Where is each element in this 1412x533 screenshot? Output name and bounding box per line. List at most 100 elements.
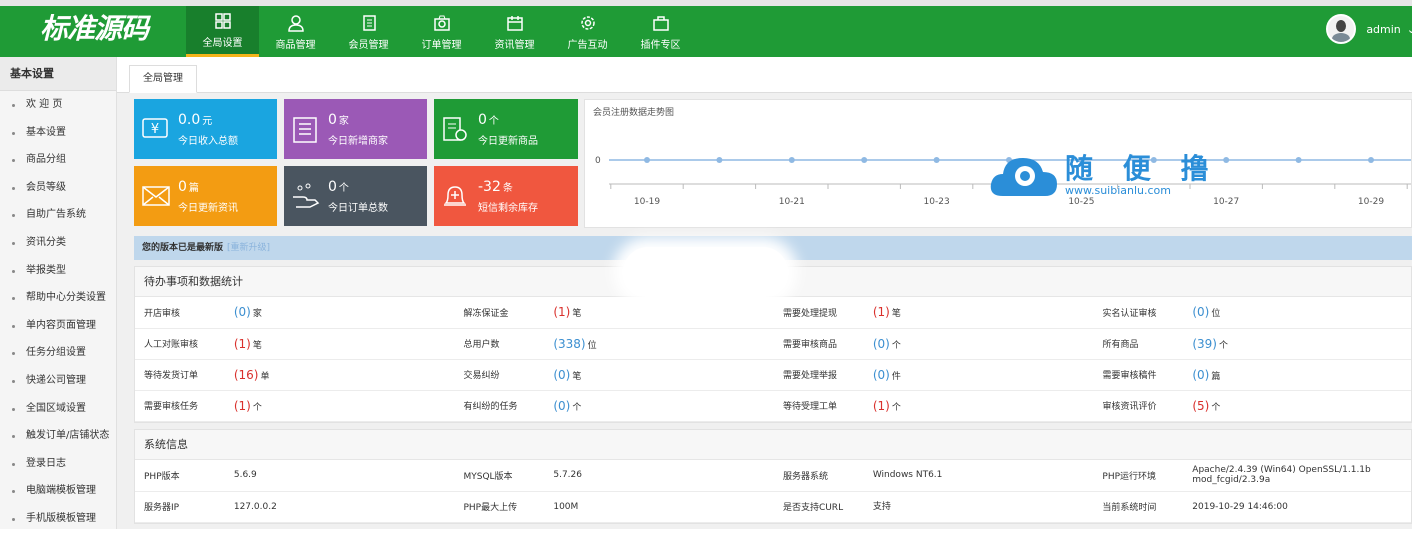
nav-item-7[interactable]: 插件专区 [624,6,697,57]
nav-item-6[interactable]: 广告互动 [551,6,624,57]
sidebar-item[interactable]: 自助广告系统 [0,201,116,229]
stat-unit: 家 [338,115,349,127]
row-value[interactable]: (1) 笔 [544,297,774,329]
sidebar-item[interactable]: 任务分组设置 [0,339,116,367]
row-label: 是否支持CURL [773,491,864,523]
table-row: 需要审核任务 (1) 个有纠纷的任务 (0) 个等待受理工单 (1) 个审核资讯评价 (5) 个 [135,390,1411,422]
row-label: 人工对账审核 [135,328,225,360]
todo-table: 开店审核 (0) 家解冻保证金 (1) 笔需要处理提现 (1) 笔实名认证审核 (0) 位人工对… [135,297,1411,422]
sidebar-item[interactable]: 单内容页面管理 [0,312,116,340]
row-value[interactable]: (0) 家 [224,297,455,329]
site-logo[interactable]: 标准源码 [40,7,149,47]
row-value[interactable]: (0) 件 [863,359,1094,391]
sidebar-item[interactable]: 商品分组 [0,146,116,174]
count-unit: 家 [252,309,262,320]
count-value[interactable]: (0) [1192,368,1209,382]
count-value[interactable]: (0) [553,368,570,382]
nav-item-4[interactable]: 订单管理 [405,6,478,57]
nav-item-3[interactable]: 会员管理 [332,6,405,57]
stat-card[interactable]: 0 个今日更新商品 [434,99,578,159]
row-value[interactable]: (1) 个 [224,390,455,422]
stat-value: 0 [478,111,487,128]
count-value[interactable]: (1) [234,399,251,413]
sidebar-item[interactable]: 手机版模板管理 [0,505,116,533]
row-value[interactable]: (16) 单 [224,359,455,391]
sidebar-item[interactable]: 帮助中心分类设置 [0,284,116,312]
row-value: 支持 [863,491,1094,523]
count-value[interactable]: (1) [553,305,570,319]
nav-item-label: 会员管理 [348,39,389,51]
stat-card[interactable]: 0 篇今日更新资讯 [134,166,277,226]
stat-card[interactable]: -32 条短信剩余库存 [434,166,578,226]
row-value[interactable]: (1) 笔 [863,297,1094,329]
count-value[interactable]: (0) [553,399,570,413]
count-unit: 个 [252,402,262,413]
user-name[interactable]: admin [1366,23,1400,36]
row-value[interactable]: (1) 个 [863,390,1094,422]
table-row: 开店审核 (0) 家解冻保证金 (1) 笔需要处理提现 (1) 笔实名认证审核 (0) 位 [135,297,1411,329]
version-text: 您的版本已是最新版 [142,243,224,253]
nav-item-label: 全局设置 [202,38,243,49]
row-value[interactable]: (5) 个 [1183,390,1411,422]
nav-item-2[interactable]: 商品管理 [259,6,332,57]
row-value[interactable]: (1) 笔 [224,328,455,360]
row-value[interactable]: (0) 位 [1183,297,1411,329]
tab-global-manage[interactable]: 全局管理 [129,65,197,93]
stat-card[interactable]: 0 个今日订单总数 [284,166,427,226]
sidebar-item[interactable]: 快递公司管理 [0,367,116,395]
chevron-down-icon[interactable]: ⌄ [1407,23,1412,36]
sidebar-item[interactable]: 全国区域设置 [0,395,116,423]
stat-card[interactable]: ¥0.0 元今日收入总额 [134,99,277,159]
row-value[interactable]: (39) 个 [1183,328,1411,360]
nav-item-5[interactable]: 资讯管理 [478,6,551,57]
stat-cards: ¥0.0 元今日收入总额 0 家今日新增商家 0 个今日更新商品 0 篇今日更新资讯 0 个今日订… [134,99,578,226]
count-value[interactable]: (39) [1192,337,1217,351]
count-value[interactable]: (338) [553,337,585,351]
count-value[interactable]: (0) [873,368,890,382]
sidebar-item[interactable]: 会员等级 [0,174,116,202]
row-value[interactable]: (0) 个 [863,328,1094,360]
chart-title: 会员注册数据走势图 [593,108,675,118]
count-value[interactable]: (0) [1192,305,1209,319]
sidebar-item[interactable]: 欢 迎 页 [0,91,116,119]
stat-value: -32 [478,178,501,195]
count-value[interactable]: (16) [234,368,259,382]
row-label: 审核资讯评价 [1093,390,1184,422]
count-value[interactable]: (0) [234,305,251,319]
row-label: 有纠纷的任务 [454,390,545,422]
count-value[interactable]: (1) [234,337,251,351]
count-unit: 个 [1211,402,1221,413]
data-point [1006,157,1012,163]
row-value[interactable]: (0) 个 [544,390,774,422]
nav-item-1[interactable]: 全局设置 [186,6,259,57]
sidebar-item[interactable]: 触发订单/店铺状态 [0,422,116,450]
row-label: 服务器系统 [773,460,864,492]
sidebar-item[interactable]: 资讯分类 [0,229,116,257]
count-value[interactable]: (5) [1192,399,1209,413]
yen-icon: ¥ [142,118,168,138]
chart-svg: 0 10-19 10-21 10-23 10-25 10-27 10-29 [595,156,1411,207]
row-label: 等待受理工单 [773,390,864,422]
count-unit: 笔 [252,340,262,351]
count-value[interactable]: (0) [873,337,890,351]
stat-card[interactable]: 0 家今日新增商家 [284,99,427,159]
avatar[interactable] [1326,14,1357,44]
user-menu[interactable]: admin ⌄ [1326,14,1412,44]
sidebar-item[interactable]: 登录日志 [0,450,116,478]
row-value[interactable]: (0) 篇 [1183,359,1411,391]
stat-unit: 篇 [188,182,199,194]
count-value[interactable]: (1) [873,399,890,413]
table-row: PHP版本 5.6.9 MYSQL版本 5.7.26 服务器系统 Windows NT6.… [135,460,1411,492]
sidebar-item[interactable]: 电脑端模板管理 [0,477,116,505]
count-unit: 笔 [572,371,582,382]
count-unit: 位 [587,340,597,351]
upgrade-link[interactable]: [重新升级] [227,243,270,253]
row-value[interactable]: (0) 笔 [544,359,774,391]
sidebar-item[interactable]: 举报类型 [0,257,116,285]
count-value[interactable]: (1) [873,305,890,319]
sidebar-item[interactable]: 基本设置 [0,119,116,147]
data-point [1223,157,1230,163]
row-value: 100M [544,491,774,523]
row-value[interactable]: (338) 位 [544,328,774,360]
row-label: 需要审核任务 [135,390,225,422]
